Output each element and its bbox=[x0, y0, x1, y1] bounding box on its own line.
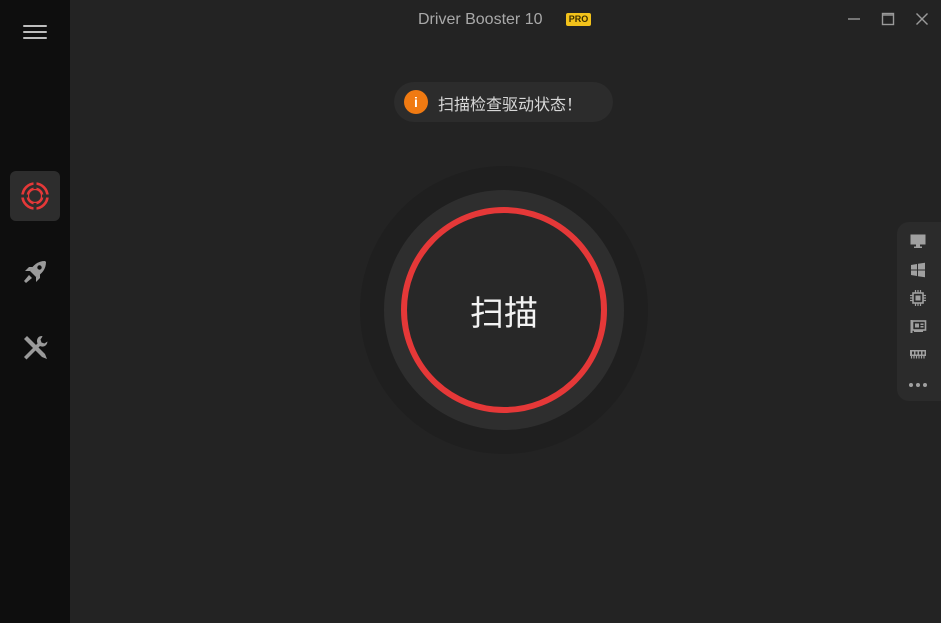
minimize-button[interactable] bbox=[842, 8, 866, 30]
windows-icon[interactable] bbox=[908, 260, 928, 280]
minimize-icon bbox=[848, 18, 860, 20]
chip-icon[interactable] bbox=[908, 288, 928, 308]
info-icon: i bbox=[404, 90, 428, 114]
device-side-panel bbox=[897, 222, 941, 401]
sidebar-item-boost[interactable] bbox=[10, 247, 60, 297]
status-notice: i 扫描检查驱动状态！ bbox=[394, 82, 613, 122]
sidebar-item-scan[interactable] bbox=[10, 171, 60, 221]
scan-button-label: 扫描 bbox=[470, 293, 538, 334]
close-button[interactable] bbox=[910, 8, 934, 30]
app-title: Driver Booster 10 bbox=[418, 11, 543, 28]
maximize-button[interactable] bbox=[876, 8, 900, 30]
app-window: Driver Booster 10 PRO i 扫描检查驱动状态！ 扫描 bbox=[0, 0, 941, 623]
tools-icon bbox=[24, 336, 48, 360]
maximize-icon bbox=[881, 12, 895, 26]
scan-button[interactable]: 扫描 bbox=[401, 207, 607, 413]
close-icon bbox=[916, 13, 928, 25]
network-card-icon[interactable] bbox=[908, 316, 928, 336]
target-icon bbox=[21, 182, 49, 210]
memory-icon[interactable] bbox=[908, 344, 928, 364]
pro-badge: PRO bbox=[566, 13, 591, 26]
hamburger-menu-icon[interactable] bbox=[16, 18, 54, 46]
rocket-icon bbox=[24, 261, 46, 283]
sidebar-item-tools[interactable] bbox=[10, 323, 60, 373]
title-bar: Driver Booster 10 PRO bbox=[70, 0, 941, 40]
status-notice-text: 扫描检查驱动状态！ bbox=[438, 95, 583, 114]
monitor-icon[interactable] bbox=[908, 231, 928, 251]
sidebar bbox=[0, 0, 70, 623]
more-icon[interactable] bbox=[908, 375, 928, 395]
